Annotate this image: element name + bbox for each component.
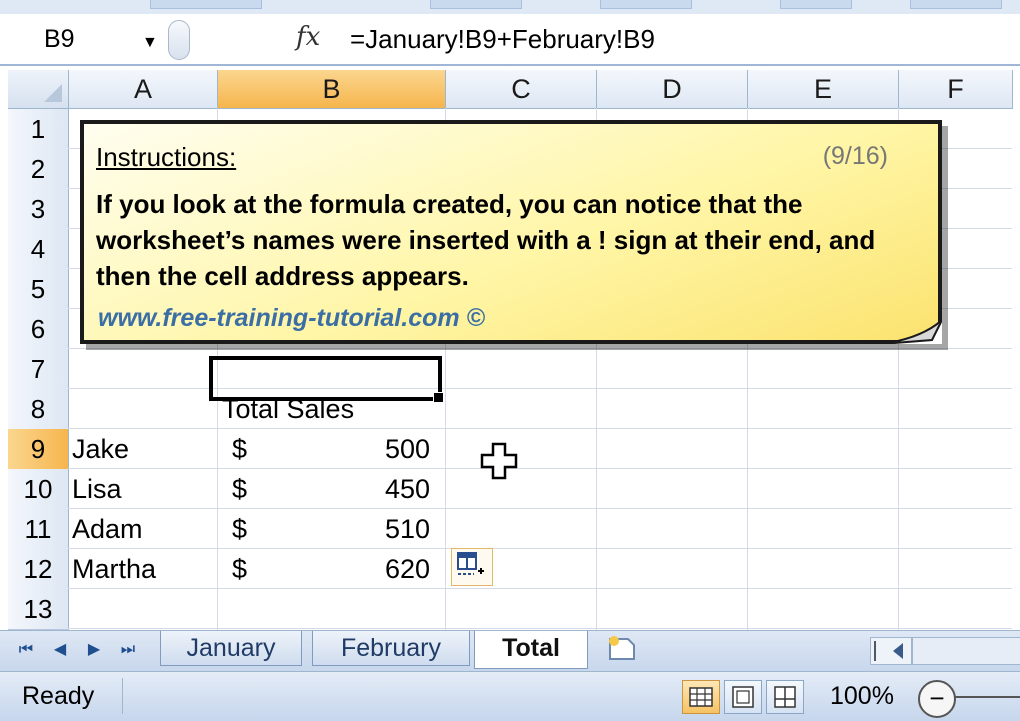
cell-b11-amount[interactable]: 510 bbox=[310, 509, 430, 549]
previous-sheet-button[interactable]: ◀ bbox=[48, 637, 72, 663]
gridline bbox=[68, 588, 1012, 589]
name-box[interactable]: B9 ▼ bbox=[10, 22, 160, 56]
cell-b10-currency: $ bbox=[232, 474, 248, 504]
column-header-a[interactable]: A bbox=[69, 70, 218, 109]
horizontal-scroll-left-button[interactable] bbox=[870, 637, 912, 665]
cell-b11-currency: $ bbox=[232, 514, 248, 544]
status-bar: Ready 100% − bbox=[0, 671, 1020, 721]
gridline bbox=[68, 348, 1012, 349]
gridline bbox=[68, 428, 1012, 429]
active-cell-border bbox=[209, 356, 442, 401]
page-curl-icon bbox=[882, 320, 942, 344]
insert-function-icon[interactable]: fx bbox=[296, 22, 320, 52]
paste-options-icon bbox=[457, 552, 484, 575]
row-header-7[interactable]: 7 bbox=[8, 349, 69, 390]
next-sheet-button[interactable]: ▶ bbox=[82, 637, 106, 663]
page-layout-icon bbox=[732, 686, 754, 708]
zoom-slider[interactable] bbox=[954, 696, 1020, 698]
name-box-dropdown-icon[interactable]: ▼ bbox=[142, 26, 158, 60]
normal-view-button[interactable] bbox=[682, 680, 720, 714]
cell-b10-amount[interactable]: 450 bbox=[310, 469, 430, 509]
tab-total[interactable]: Total bbox=[474, 631, 588, 669]
formula-input[interactable]: =January!B9+February!B9 bbox=[350, 22, 655, 56]
formula-bar-resize-handle[interactable] bbox=[168, 20, 190, 60]
last-sheet-button[interactable]: ⏭ bbox=[116, 637, 140, 663]
insert-worksheet-icon[interactable] bbox=[604, 633, 642, 663]
callout-body: If you look at the formula created, you … bbox=[96, 189, 876, 291]
zoom-level[interactable]: 100% bbox=[830, 682, 894, 711]
row-header-6[interactable]: 6 bbox=[8, 309, 69, 350]
gridline bbox=[68, 548, 1012, 549]
column-header-d[interactable]: D bbox=[597, 70, 748, 109]
row-header-11[interactable]: 11 bbox=[8, 509, 69, 550]
cell-a11-name[interactable]: Adam bbox=[72, 509, 143, 549]
name-box-value: B9 bbox=[44, 25, 75, 53]
cell-b9-currency: $ bbox=[232, 434, 248, 464]
fill-handle[interactable] bbox=[433, 392, 444, 403]
row-header-3[interactable]: 3 bbox=[8, 189, 69, 230]
row-header-10[interactable]: 10 bbox=[8, 469, 69, 510]
gridline bbox=[68, 508, 1012, 509]
tab-february[interactable]: February bbox=[312, 631, 470, 666]
cell-a9-name[interactable]: Jake bbox=[72, 429, 129, 469]
gridline bbox=[68, 468, 1012, 469]
normal-view-icon bbox=[689, 687, 713, 707]
callout-step-counter: (9/16) bbox=[822, 142, 888, 170]
sheet-tabs-bar: ⏮ ◀ ▶ ⏭ January February Total bbox=[0, 630, 1020, 671]
gridline bbox=[68, 628, 1012, 629]
row-header-8[interactable]: 8 bbox=[8, 389, 69, 430]
ribbon-edge bbox=[0, 0, 1020, 15]
first-sheet-button[interactable]: ⏮ bbox=[14, 637, 38, 663]
paste-options-button[interactable] bbox=[451, 548, 493, 586]
zoom-out-button[interactable]: − bbox=[918, 680, 956, 718]
status-ready: Ready bbox=[22, 682, 95, 710]
cell-cursor-icon bbox=[480, 442, 518, 480]
page-break-preview-icon bbox=[774, 686, 796, 708]
row-header-4[interactable]: 4 bbox=[8, 229, 69, 270]
page-layout-view-button[interactable] bbox=[724, 680, 762, 714]
scroll-left-icon bbox=[874, 641, 903, 661]
row-header-1[interactable]: 1 bbox=[8, 109, 69, 150]
instruction-callout: Instructions: (9/16) If you look at the … bbox=[80, 120, 942, 344]
column-header-f[interactable]: F bbox=[899, 70, 1013, 109]
callout-title: Instructions: bbox=[96, 142, 237, 172]
cell-b9-amount[interactable]: 500 bbox=[310, 429, 430, 469]
horizontal-scrollbar[interactable] bbox=[912, 637, 1020, 665]
callout-website-link[interactable]: www.free-training-tutorial.com © bbox=[98, 304, 485, 333]
cell-b12-amount[interactable]: 620 bbox=[310, 549, 430, 589]
cell-b12-currency: $ bbox=[232, 554, 248, 584]
formula-bar: B9 ▼ fx =January!B9+February!B9 bbox=[0, 14, 1020, 66]
row-header-12[interactable]: 12 bbox=[8, 549, 69, 590]
cell-a12-name[interactable]: Martha bbox=[72, 549, 156, 589]
divider bbox=[122, 678, 123, 714]
row-header-13[interactable]: 13 bbox=[8, 589, 69, 630]
page-break-view-button[interactable] bbox=[766, 680, 804, 714]
row-header-5[interactable]: 5 bbox=[8, 269, 69, 310]
row-header-9[interactable]: 9 bbox=[8, 429, 69, 470]
column-header-c[interactable]: C bbox=[446, 70, 597, 109]
row-header-2[interactable]: 2 bbox=[8, 149, 69, 190]
cell-a10-name[interactable]: Lisa bbox=[72, 469, 122, 509]
tab-january[interactable]: January bbox=[160, 631, 302, 666]
column-header-b[interactable]: B bbox=[218, 70, 446, 109]
column-header-e[interactable]: E bbox=[748, 70, 899, 109]
select-all-button[interactable] bbox=[8, 70, 69, 109]
